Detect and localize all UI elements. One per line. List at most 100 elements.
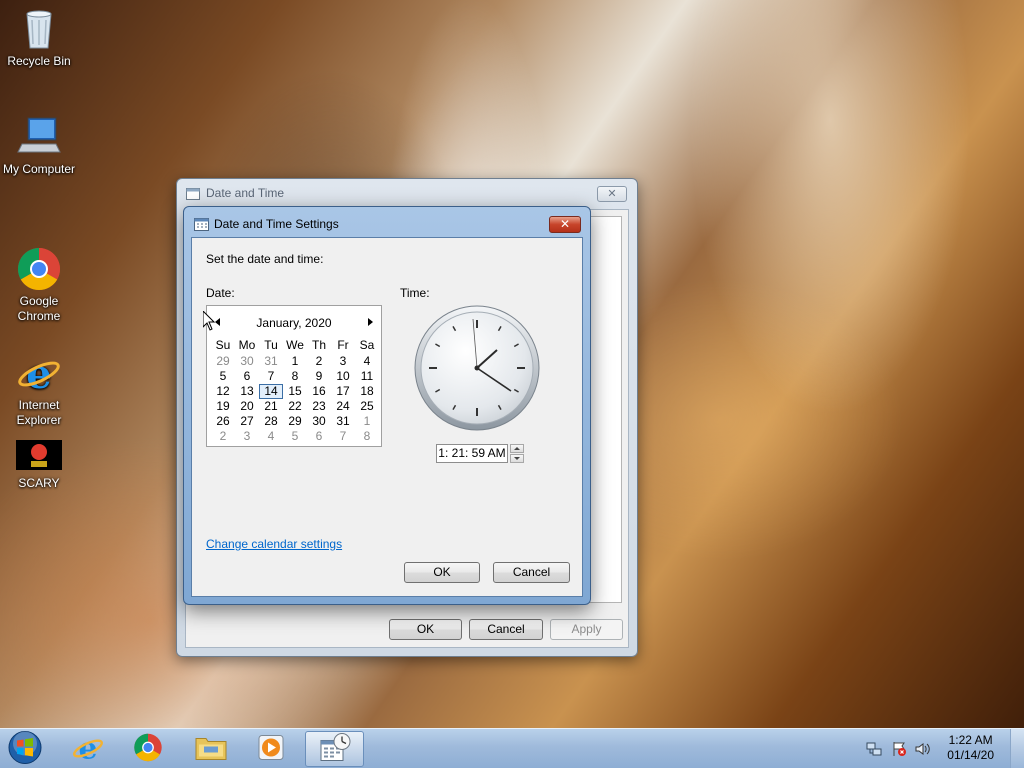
calendar-day[interactable]: 4 xyxy=(259,429,283,444)
calendar-day[interactable]: 22 xyxy=(283,399,307,414)
taskbar: e 1:22 AM 01/14/20 xyxy=(0,728,1024,768)
calendar-day[interactable]: 9 xyxy=(307,369,331,384)
calendar-icon xyxy=(186,187,200,200)
weekday-header: Mo xyxy=(238,338,256,352)
calendar-day[interactable]: 21 xyxy=(259,399,283,414)
desktop-icon-my-computer[interactable]: My Computer xyxy=(0,114,78,177)
change-calendar-settings-link[interactable]: Change calendar settings xyxy=(206,537,342,551)
prompt-text: Set the date and time: xyxy=(206,252,324,266)
calendar-day[interactable]: 6 xyxy=(307,429,331,444)
svg-text:e: e xyxy=(26,351,51,396)
system-clock[interactable]: 1:22 AM 01/14/20 xyxy=(947,733,994,763)
calendar-day[interactable]: 5 xyxy=(211,369,235,384)
calendar-day[interactable]: 18 xyxy=(355,384,379,399)
calendar-day[interactable]: 31 xyxy=(259,354,283,369)
calendar-day[interactable]: 13 xyxy=(235,384,259,399)
calendar-day[interactable]: 10 xyxy=(331,369,355,384)
recycle-bin-icon xyxy=(16,6,62,52)
calendar-day[interactable]: 19 xyxy=(211,399,235,414)
date-time-settings-dialog: Date and Time Settings ✕ Set the date an… xyxy=(183,206,591,605)
weekday-header: We xyxy=(286,338,304,352)
internet-explorer-icon: e xyxy=(72,732,104,767)
calendar-month-year[interactable]: January, 2020 xyxy=(207,316,381,330)
cancel-button[interactable]: Cancel xyxy=(469,619,543,640)
close-icon: ✕ xyxy=(559,217,571,231)
calendar-day[interactable]: 20 xyxy=(235,399,259,414)
window-title: Date and Time xyxy=(206,186,285,200)
calendar-day[interactable]: 7 xyxy=(259,369,283,384)
close-button[interactable]: ✕ xyxy=(549,216,581,233)
calendar-day[interactable]: 3 xyxy=(235,429,259,444)
calendar-day[interactable]: 2 xyxy=(307,354,331,369)
calendar-grid: Su Mo Tu We Th Fr Sa 29 30 31 1 2 3 4 5 6 7 8 9 10 11 12 13 14 1… xyxy=(211,338,379,444)
ok-button[interactable]: OK xyxy=(389,619,462,640)
calendar-day[interactable]: 8 xyxy=(283,369,307,384)
desktop-icon-label: My Computer xyxy=(2,162,76,176)
next-month-button[interactable] xyxy=(368,318,373,326)
calendar-day[interactable]: 27 xyxy=(235,414,259,429)
desktop-icon-google-chrome[interactable]: Google Chrome xyxy=(0,216,78,324)
calendar-day[interactable]: 23 xyxy=(307,399,331,414)
desktop-icon-recycle-bin[interactable]: Recycle Bin xyxy=(0,6,78,69)
taskbar-media-player[interactable] xyxy=(243,731,299,767)
file-explorer-icon xyxy=(195,734,227,765)
desktop-icon-label: Google Chrome xyxy=(17,294,61,323)
desktop-icon-scary[interactable]: SCARY xyxy=(0,440,78,491)
desktop-icon-label: Recycle Bin xyxy=(7,54,71,68)
mouse-cursor xyxy=(202,309,216,334)
calendar-day[interactable]: 17 xyxy=(331,384,355,399)
apply-button[interactable]: Apply xyxy=(550,619,623,640)
calendar-day[interactable]: 6 xyxy=(235,369,259,384)
show-desktop-button[interactable] xyxy=(1010,729,1024,768)
calendar-day[interactable]: 15 xyxy=(283,384,307,399)
action-center-flag-icon[interactable] xyxy=(891,741,907,760)
taskbar-chrome[interactable] xyxy=(120,731,176,767)
calendar-day[interactable]: 8 xyxy=(355,429,379,444)
media-player-icon xyxy=(256,733,286,766)
calendar-day[interactable]: 29 xyxy=(211,354,235,369)
network-icon[interactable] xyxy=(866,741,882,760)
calendar-day[interactable]: 26 xyxy=(211,414,235,429)
volume-icon[interactable] xyxy=(915,741,931,760)
calendar-day[interactable]: 30 xyxy=(235,354,259,369)
calendar-day[interactable]: 1 xyxy=(355,414,379,429)
start-orb-icon xyxy=(7,730,43,768)
chrome-icon xyxy=(16,231,62,291)
cancel-button[interactable]: Cancel xyxy=(493,562,570,583)
calendar-day[interactable]: 11 xyxy=(355,369,379,384)
desktop-icon-internet-explorer[interactable]: e Internet Explorer xyxy=(0,320,78,428)
start-button[interactable] xyxy=(0,731,50,767)
spin-up-button[interactable] xyxy=(510,444,524,453)
calendar-day[interactable]: 30 xyxy=(307,414,331,429)
close-button[interactable]: ✕ xyxy=(597,186,627,202)
desktop-icon-label: Internet Explorer xyxy=(16,398,62,427)
calendar-day[interactable]: 5 xyxy=(283,429,307,444)
taskbar-internet-explorer[interactable]: e xyxy=(60,731,116,767)
taskbar-file-explorer[interactable] xyxy=(183,731,239,767)
taskbar-date-time[interactable] xyxy=(305,731,364,767)
calendar-day[interactable]: 16 xyxy=(307,384,331,399)
calendar-day[interactable]: 25 xyxy=(355,399,379,414)
ok-button[interactable]: OK xyxy=(404,562,480,583)
calendar-day[interactable]: 4 xyxy=(355,354,379,369)
calendar-day[interactable]: 12 xyxy=(211,384,235,399)
game-shortcut-icon xyxy=(16,440,62,474)
time-spinner[interactable] xyxy=(510,444,524,463)
calendar-day[interactable]: 2 xyxy=(211,429,235,444)
internet-explorer-icon: e xyxy=(16,335,62,398)
calendar-day[interactable]: 28 xyxy=(259,414,283,429)
desktop-icon-label: SCARY xyxy=(18,476,60,490)
spin-down-button[interactable] xyxy=(510,454,524,463)
calendar-day[interactable]: 7 xyxy=(331,429,355,444)
calendar-day[interactable]: 1 xyxy=(283,354,307,369)
time-input[interactable]: 1: 21: 59 AM xyxy=(436,444,508,463)
calendar-day[interactable]: 24 xyxy=(331,399,355,414)
calendar-day[interactable]: 31 xyxy=(331,414,355,429)
calendar-day[interactable]: 3 xyxy=(331,354,355,369)
calendar-day[interactable]: 29 xyxy=(283,414,307,429)
computer-icon xyxy=(16,114,62,160)
clock-date: 01/14/20 xyxy=(947,748,994,762)
calendar-day[interactable]: 14 xyxy=(259,384,283,399)
dialog-client: Set the date and time: Date: Time: Janua… xyxy=(191,237,583,597)
dialog-title: Date and Time Settings xyxy=(214,217,339,231)
